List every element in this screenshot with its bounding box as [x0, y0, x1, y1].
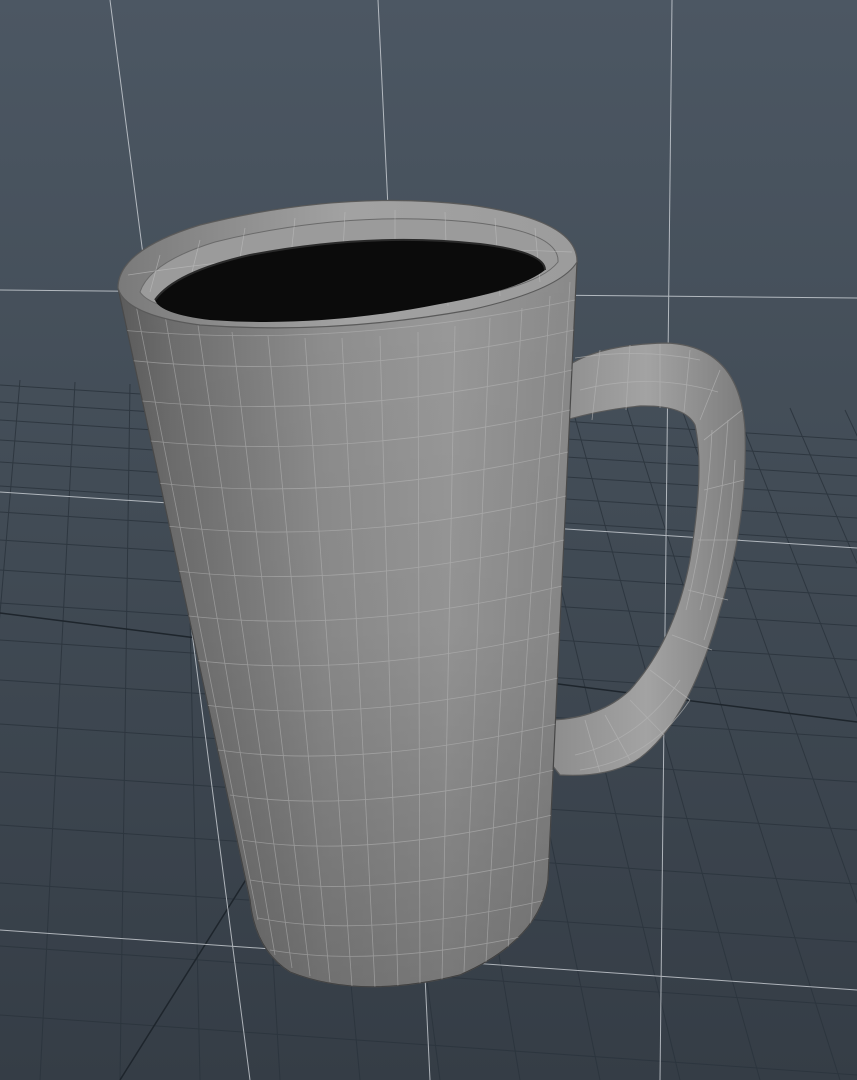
viewport-canvas[interactable]	[0, 0, 857, 1080]
3d-viewport[interactable]	[0, 0, 857, 1080]
